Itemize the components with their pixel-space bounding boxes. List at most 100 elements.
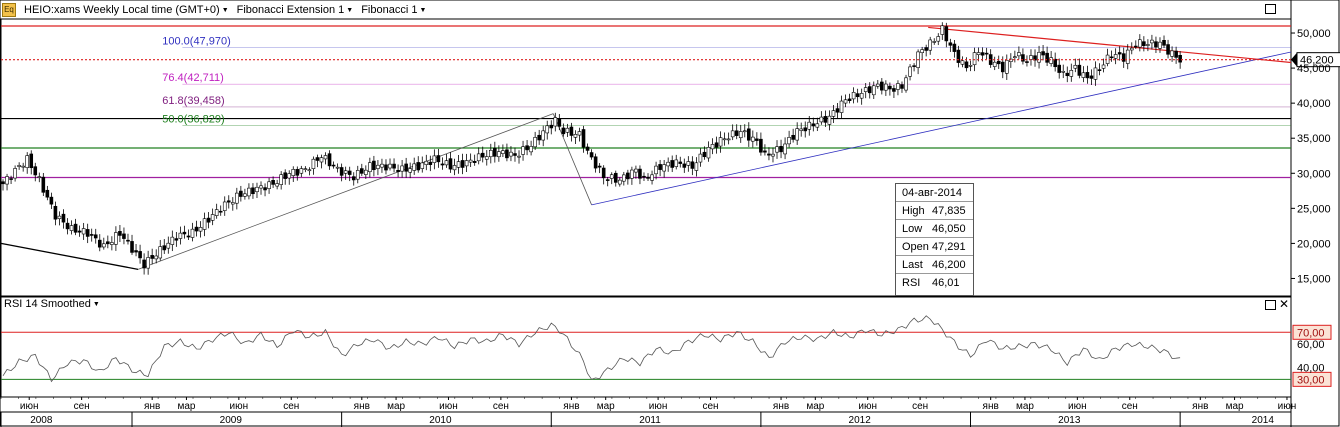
candle-up <box>158 246 163 259</box>
fib-extension-menu[interactable]: Fibonacci Extension 1 ▼ <box>237 4 354 16</box>
candle-down <box>888 85 892 90</box>
candle-up <box>1138 39 1142 48</box>
candle-down <box>122 233 126 239</box>
candle-up <box>976 52 981 55</box>
candle-up <box>694 162 699 171</box>
candle-down <box>218 210 223 213</box>
candle-down <box>1162 40 1166 46</box>
candle-down <box>678 161 683 164</box>
candle-down <box>912 65 916 67</box>
candle-up <box>654 165 658 175</box>
candle-up <box>960 60 965 65</box>
candle-up <box>21 165 25 168</box>
month-label: сен <box>493 401 509 412</box>
candle-up <box>1125 49 1130 64</box>
candle-up <box>412 163 417 171</box>
candle-up <box>718 137 723 147</box>
fib-level-label: 76.4(42,711) <box>162 72 224 84</box>
month-label: мар <box>387 401 405 412</box>
candle-up <box>972 52 977 66</box>
tooltip-rsi: RSI 46,01 <box>896 273 973 291</box>
maximize-rsi-icon[interactable] <box>1265 300 1276 310</box>
candle-up <box>751 136 755 142</box>
candle-up <box>154 255 159 260</box>
candle-up <box>476 153 481 162</box>
rsi-menu[interactable]: RSI 14 Smoothed ▼ <box>4 298 100 310</box>
price-tick-label: 25,000 <box>1297 203 1331 215</box>
month-label: мар <box>177 401 195 412</box>
price-tick-label: 45,000 <box>1297 63 1331 75</box>
candle-down <box>126 239 130 242</box>
month-label: янв <box>144 401 160 412</box>
candle-up <box>464 160 469 167</box>
candle-up <box>222 201 227 211</box>
candle-down <box>892 88 896 92</box>
candle-down <box>569 126 574 136</box>
close-rsi-icon[interactable]: ✕ <box>1279 298 1289 310</box>
year-label: 2008 <box>30 415 53 426</box>
candle-up <box>698 153 703 163</box>
candle-up <box>1146 44 1150 46</box>
candle-down <box>557 118 562 127</box>
fib-retracement-menu[interactable]: Fibonacci 1 ▼ <box>361 4 426 16</box>
candle-down <box>779 146 783 153</box>
candle-down <box>41 176 46 193</box>
candle-down <box>162 245 167 251</box>
candle-down <box>964 61 969 69</box>
candle-up <box>110 242 114 245</box>
candle-up <box>380 163 384 168</box>
rsi-upper-label: 70,00 <box>1297 327 1325 339</box>
candle-up <box>573 134 578 138</box>
maximize-icon[interactable] <box>1265 4 1276 14</box>
candle-down <box>880 81 884 91</box>
candle-down <box>61 213 66 223</box>
candle-up <box>884 83 888 91</box>
candle-up <box>400 165 404 172</box>
candle-down <box>1000 61 1005 73</box>
candle-down <box>823 116 828 123</box>
month-label: мар <box>1016 401 1034 412</box>
symbol-menu[interactable]: HEIO:xams Weekly Local time (GMT+0) ▼ <box>24 4 229 16</box>
candle-down <box>440 163 445 166</box>
month-label: янв <box>563 401 579 412</box>
candle-down <box>593 156 598 169</box>
candle-up <box>1170 50 1174 57</box>
tooltip-last: Last 46,200 <box>896 255 973 273</box>
candle-down <box>505 149 509 159</box>
candle-up <box>517 155 521 158</box>
candle-up <box>388 163 392 169</box>
candle-up <box>1037 51 1041 63</box>
candle-up <box>742 130 747 133</box>
candle-down <box>605 179 610 181</box>
candle-up <box>178 232 183 239</box>
candle-up <box>1158 41 1162 49</box>
candle-up <box>230 202 235 205</box>
candle-up <box>529 146 533 153</box>
candle-up <box>617 179 622 185</box>
candle-down <box>239 190 243 197</box>
candle-down <box>339 167 344 176</box>
candle-down <box>404 163 408 172</box>
candle-down <box>1045 52 1049 63</box>
price-chart: 100.0(47,970) 76.4(42,711) 61.8(39,458) 50.… <box>0 0 1340 427</box>
candle-up <box>25 155 30 168</box>
candle-up <box>908 66 912 77</box>
candle-up <box>521 146 525 155</box>
candle-up <box>456 161 461 168</box>
candle-up <box>1093 67 1098 80</box>
candle-up <box>831 110 836 117</box>
candle-up <box>432 155 437 163</box>
candle-down <box>1 181 5 185</box>
month-label: янв <box>354 401 370 412</box>
candle-up <box>565 127 570 133</box>
candle-up <box>501 150 505 154</box>
candle-down <box>1117 52 1122 55</box>
candle-up <box>920 49 924 53</box>
candle-up <box>1150 39 1154 44</box>
candle-down <box>65 222 70 230</box>
candle-down <box>472 160 477 163</box>
candle-up <box>1073 64 1078 69</box>
candle-up <box>420 162 425 169</box>
candle-up <box>57 215 62 220</box>
candle-up <box>851 91 856 100</box>
